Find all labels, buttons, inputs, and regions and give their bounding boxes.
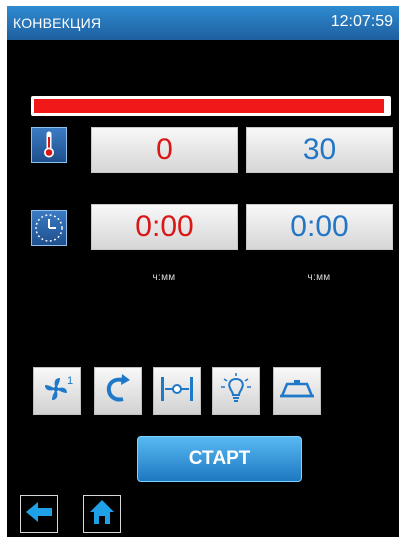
back-arrow-icon: [24, 499, 54, 530]
tray-icon: [278, 374, 316, 409]
home-button[interactable]: [83, 495, 121, 533]
time-unit-right: ч:мм: [307, 272, 331, 283]
elapsed-time-button[interactable]: 0:00: [91, 204, 238, 250]
rotation-button[interactable]: [94, 367, 142, 415]
fan-speed-1-icon: 1: [39, 371, 75, 412]
damper-icon: [158, 372, 196, 411]
back-button[interactable]: [20, 495, 58, 533]
lamp-icon: [218, 371, 254, 412]
light-button[interactable]: [212, 367, 260, 415]
clock: 12:07:59: [330, 13, 393, 30]
start-button[interactable]: СТАРТ: [137, 436, 302, 482]
time-unit-left: ч:мм: [152, 272, 176, 283]
mode-title: КОНВЕКЦИЯ: [13, 15, 102, 31]
clock-icon: [31, 210, 67, 246]
thermometer-icon: [31, 127, 67, 163]
screen: КОНВЕКЦИЯ 12:07:59 0 30 0:00 0:00 ч:мм ч…: [7, 6, 399, 537]
home-icon: [87, 497, 117, 532]
progress-bar: [31, 96, 391, 116]
remaining-time-button[interactable]: 0:00: [246, 204, 393, 250]
title-bar: КОНВЕКЦИЯ 12:07:59: [7, 6, 399, 40]
current-temperature-button[interactable]: 0: [91, 127, 238, 173]
target-temperature-button[interactable]: 30: [246, 127, 393, 173]
svg-text:1: 1: [67, 375, 73, 387]
rotate-arrow-icon: [100, 371, 136, 412]
tray-button[interactable]: [273, 367, 321, 415]
damper-button[interactable]: [153, 367, 201, 415]
progress-fill: [34, 99, 385, 113]
screen-frame: КОНВЕКЦИЯ 12:07:59 0 30 0:00 0:00 ч:мм ч…: [0, 0, 403, 537]
fan-speed-button[interactable]: 1: [33, 367, 81, 415]
